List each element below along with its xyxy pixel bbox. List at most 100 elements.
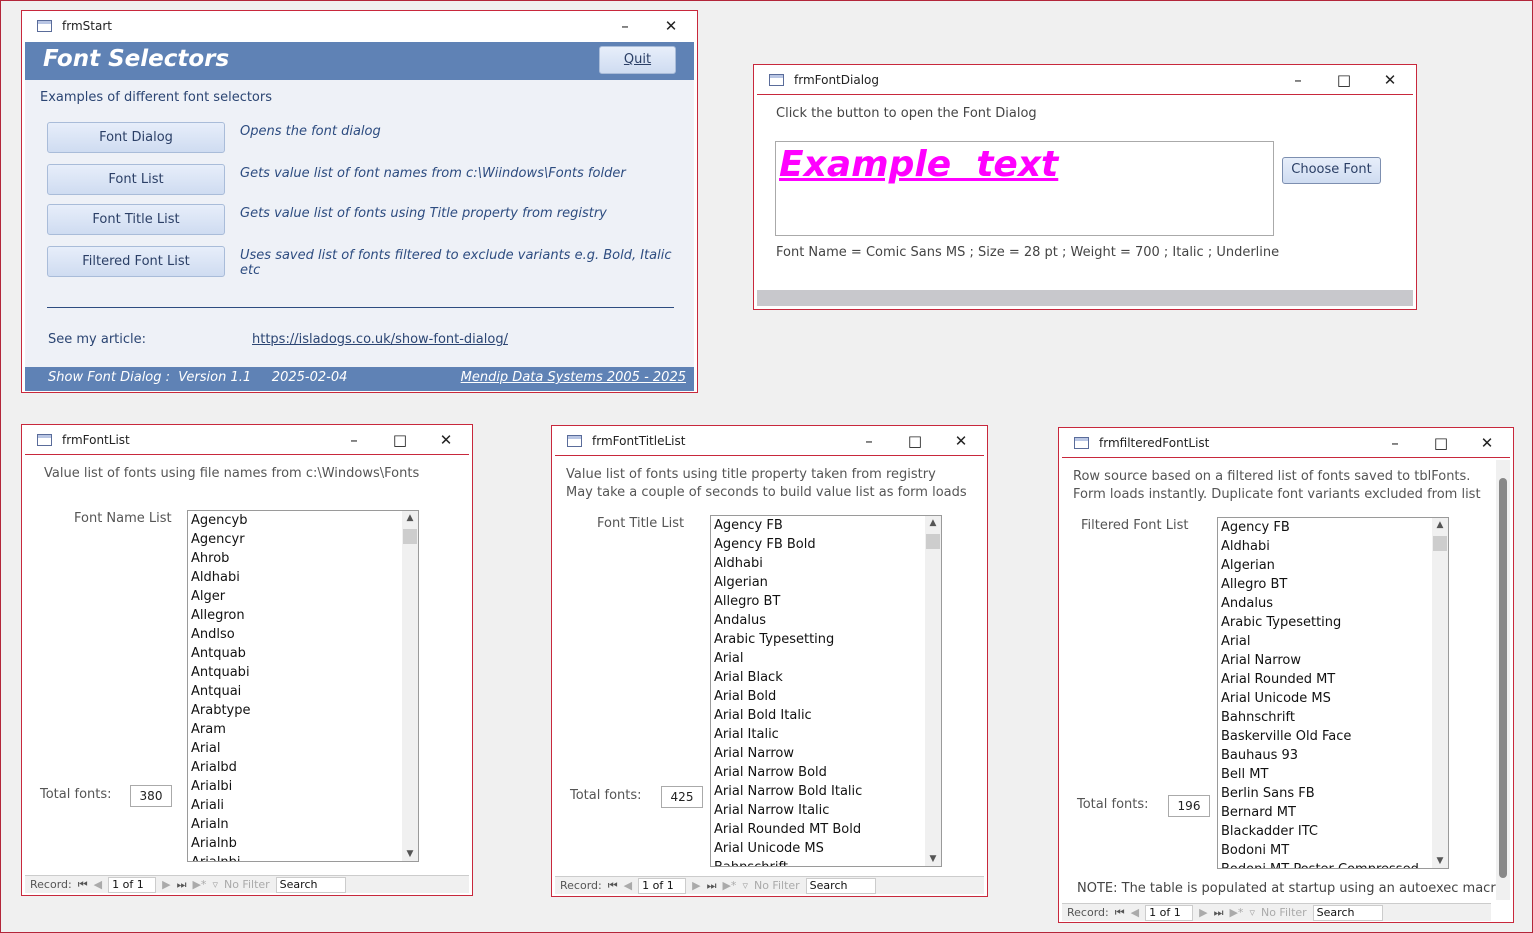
list-item[interactable]: Arabtype <box>188 701 418 720</box>
list-item[interactable]: Arabic Typesetting <box>1218 613 1448 632</box>
list-item[interactable]: Baskerville Old Face <box>1218 727 1448 746</box>
list-item[interactable]: Antquai <box>188 682 418 701</box>
close-button[interactable]: ✕ <box>938 432 984 450</box>
list-item[interactable]: Allegron <box>188 606 418 625</box>
previous-record-button[interactable]: ◀ <box>624 879 632 892</box>
search-input[interactable]: Search <box>275 876 346 893</box>
previous-record-button[interactable]: ◀ <box>94 878 102 891</box>
list-item[interactable]: Arial Narrow <box>1218 651 1448 670</box>
list-item[interactable]: Allegro BT <box>711 592 941 611</box>
scroll-up-icon[interactable]: ▲ <box>1432 520 1448 530</box>
list-item[interactable]: Bahnschrift <box>711 858 941 866</box>
close-button[interactable]: ✕ <box>423 431 469 449</box>
record-position-field[interactable]: 1 of 1 <box>1145 904 1194 921</box>
list-item[interactable]: Arial Bold Italic <box>711 706 941 725</box>
first-record-button[interactable]: ⏮ <box>608 879 618 893</box>
maximize-button[interactable]: □ <box>892 432 938 450</box>
last-record-button[interactable]: ⏭ <box>1214 906 1224 920</box>
new-record-button[interactable]: ▶* <box>1229 906 1243 919</box>
list-item[interactable]: Arialnb <box>188 834 418 853</box>
record-position-field[interactable]: 1 of 1 <box>638 877 687 894</box>
next-record-button[interactable]: ▶ <box>162 878 170 891</box>
list-item[interactable]: Andalus <box>1218 594 1448 613</box>
list-item[interactable]: Arial Bold <box>711 687 941 706</box>
search-input[interactable]: Search <box>805 877 876 894</box>
bottom-scrollbar[interactable] <box>757 290 1413 306</box>
article-link[interactable]: https://isladogs.co.uk/show-font-dialog/ <box>252 332 508 347</box>
list-item[interactable]: Agency FB Bold <box>711 535 941 554</box>
list-item[interactable]: Antquab <box>188 644 418 663</box>
minimize-button[interactable]: – <box>1372 434 1418 452</box>
minimize-button[interactable]: – <box>1275 71 1321 89</box>
scroll-thumb[interactable] <box>926 534 940 549</box>
font-list-button[interactable]: Font List <box>47 164 225 195</box>
search-input[interactable]: Search <box>1312 904 1383 921</box>
font-name-listbox[interactable]: Agencyb Agencyr Ahrob Aldhabi Alger Allegron A… <box>187 510 419 862</box>
list-item[interactable]: Andlso <box>188 625 418 644</box>
list-item[interactable]: Arial <box>188 739 418 758</box>
list-item[interactable]: Arabic Typesetting <box>711 630 941 649</box>
list-item[interactable]: Arial Narrow <box>711 744 941 763</box>
close-button[interactable]: ✕ <box>1464 434 1510 452</box>
close-button[interactable]: ✕ <box>648 17 694 35</box>
scroll-down-icon[interactable]: ▼ <box>402 849 418 859</box>
minimize-button[interactable]: – <box>331 431 377 449</box>
list-scrollbar[interactable]: ▲ ▼ <box>402 511 418 861</box>
list-item[interactable]: Bernard MT <box>1218 803 1448 822</box>
quit-button[interactable]: Quit <box>599 46 676 74</box>
company-link[interactable]: Mendip Data Systems 2005 - 2025 <box>461 370 686 385</box>
next-record-button[interactable]: ▶ <box>692 879 700 892</box>
maximize-button[interactable]: □ <box>1321 71 1367 89</box>
list-item[interactable]: Agency FB <box>711 516 941 535</box>
list-item[interactable]: Arial Narrow Bold <box>711 763 941 782</box>
list-item[interactable]: Arial Rounded MT Bold <box>711 820 941 839</box>
list-item[interactable]: Arialbd <box>188 758 418 777</box>
list-scrollbar[interactable]: ▲ ▼ <box>925 516 941 866</box>
last-record-button[interactable]: ⏭ <box>177 878 187 892</box>
font-title-list-button[interactable]: Font Title List <box>47 204 225 235</box>
list-item[interactable]: Ahrob <box>188 549 418 568</box>
list-item[interactable]: Bodoni MT Poster Compressed <box>1218 860 1448 868</box>
scroll-thumb[interactable] <box>403 529 417 544</box>
new-record-button[interactable]: ▶* <box>192 878 206 891</box>
list-item[interactable]: Bodoni MT <box>1218 841 1448 860</box>
scroll-up-icon[interactable]: ▲ <box>402 513 418 523</box>
form-scrollbar[interactable] <box>1496 460 1510 900</box>
list-scrollbar[interactable]: ▲ ▼ <box>1432 518 1448 868</box>
list-item[interactable]: Arial Narrow Bold Italic <box>711 782 941 801</box>
minimize-button[interactable]: – <box>602 17 648 35</box>
list-item[interactable]: Agencyb <box>188 511 418 530</box>
list-item[interactable]: Arialn <box>188 815 418 834</box>
minimize-button[interactable]: – <box>846 432 892 450</box>
list-item[interactable]: Arial Narrow Italic <box>711 801 941 820</box>
maximize-button[interactable]: □ <box>377 431 423 449</box>
list-item[interactable]: Antquabi <box>188 663 418 682</box>
list-item[interactable]: Blackadder ITC <box>1218 822 1448 841</box>
next-record-button[interactable]: ▶ <box>1199 906 1207 919</box>
list-item[interactable]: Aldhabi <box>188 568 418 587</box>
list-item[interactable]: Bauhaus 93 <box>1218 746 1448 765</box>
list-item[interactable]: Bell MT <box>1218 765 1448 784</box>
choose-font-button[interactable]: Choose Font <box>1282 157 1381 184</box>
list-item[interactable]: Arial Italic <box>711 725 941 744</box>
list-item[interactable]: Alger <box>188 587 418 606</box>
list-item[interactable]: Algerian <box>1218 556 1448 575</box>
list-item[interactable]: Ariali <box>188 796 418 815</box>
list-item[interactable]: Arialbi <box>188 777 418 796</box>
no-filter-button[interactable]: No Filter <box>1261 906 1307 919</box>
list-item[interactable]: Arial Unicode MS <box>711 839 941 858</box>
list-item[interactable]: Agency FB <box>1218 518 1448 537</box>
maximize-button[interactable]: □ <box>1418 434 1464 452</box>
scroll-thumb[interactable] <box>1433 536 1447 551</box>
list-item[interactable]: Agencyr <box>188 530 418 549</box>
list-item[interactable]: Arial <box>711 649 941 668</box>
list-item[interactable]: Arial Unicode MS <box>1218 689 1448 708</box>
list-item[interactable]: Arial <box>1218 632 1448 651</box>
font-dialog-button[interactable]: Font Dialog <box>47 122 225 153</box>
scroll-down-icon[interactable]: ▼ <box>925 854 941 864</box>
font-title-listbox[interactable]: Agency FB Agency FB Bold Aldhabi Algerian Al… <box>710 515 942 867</box>
no-filter-button[interactable]: No Filter <box>754 879 800 892</box>
filtered-font-list-button[interactable]: Filtered Font List <box>47 246 225 277</box>
list-item[interactable]: Andalus <box>711 611 941 630</box>
scroll-down-icon[interactable]: ▼ <box>1432 856 1448 866</box>
